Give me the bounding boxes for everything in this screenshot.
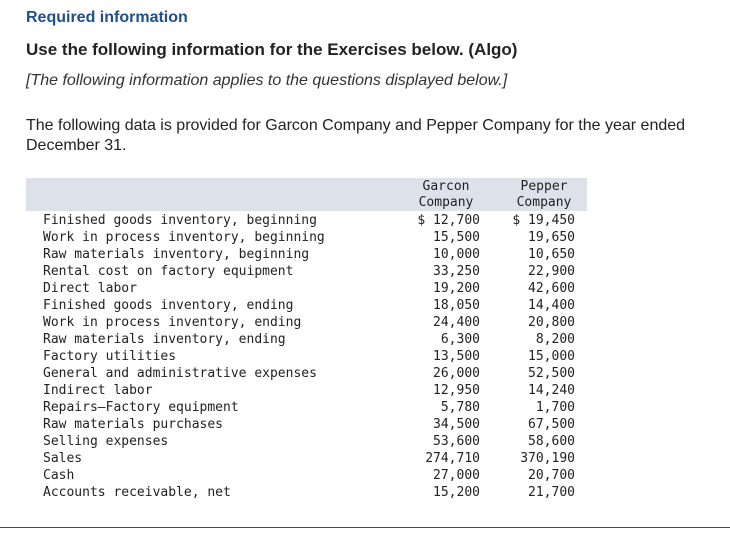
- garcon-value: 15,200: [433, 485, 480, 500]
- pepper-value: 14,400: [528, 298, 575, 313]
- pepper-value: 20,800: [528, 315, 575, 330]
- col-header-pepper: Pepper Company: [504, 179, 584, 211]
- table-row: Finished goods inventory, beginning $ 12,…: [26, 212, 587, 229]
- garcon-value: 24,400: [433, 315, 480, 330]
- pepper-value: 14,240: [528, 383, 575, 398]
- garcon-value: 274,710: [425, 451, 480, 466]
- row-label: General and administrative expenses: [43, 366, 317, 381]
- applies-note: [The following information applies to th…: [26, 72, 508, 89]
- table-row: Raw materials inventory, beginning 10,000…: [26, 246, 587, 263]
- table-row: Work in process inventory, ending 24,400 2…: [26, 314, 587, 331]
- row-label: Selling expenses: [43, 434, 169, 449]
- garcon-value: 10,000: [433, 247, 480, 262]
- table-row: Accounts receivable, net 15,200 21,700: [26, 484, 587, 501]
- garcon-value: 12,950: [433, 383, 480, 398]
- pepper-value: 20,700: [528, 468, 575, 483]
- col-header-garcon-line2: Company: [418, 195, 474, 210]
- row-label: Finished goods inventory, ending: [43, 298, 294, 313]
- table-row: Direct labor 19,200 42,600: [26, 280, 587, 297]
- pepper-value: 19,650: [528, 230, 575, 245]
- garcon-value: 18,050: [433, 298, 480, 313]
- garcon-value: 13,500: [433, 349, 480, 364]
- table-row: General and administrative expenses 26,00…: [26, 365, 587, 382]
- pepper-value: 42,600: [528, 281, 575, 296]
- table-row: Raw materials purchases 34,500 67,500: [26, 416, 587, 433]
- col-header-garcon: Garcon Company: [406, 179, 486, 211]
- col-header-pepper-line2: Company: [516, 195, 572, 210]
- row-label: Work in process inventory, beginning: [43, 230, 325, 245]
- table-row: Indirect labor 12,950 14,240: [26, 382, 587, 399]
- pepper-value: 370,190: [520, 451, 575, 466]
- row-label: Raw materials inventory, ending: [43, 332, 286, 347]
- intro-text: The following data is provided for Garco…: [26, 117, 686, 154]
- exercise-heading: Use the following information for the Ex…: [26, 40, 518, 59]
- row-label: Cash: [43, 468, 75, 483]
- row-label: Indirect labor: [43, 383, 153, 398]
- pepper-value: 15,000: [528, 349, 575, 364]
- col-header-pepper-line1: Pepper: [520, 179, 568, 194]
- pepper-value: 52,500: [528, 366, 575, 381]
- garcon-value: 5,780: [440, 400, 480, 415]
- pepper-value: 58,600: [528, 434, 575, 449]
- table-row: Sales 274,710 370,190: [26, 450, 587, 467]
- pepper-value: $ 19,450: [512, 213, 575, 228]
- row-label: Work in process inventory, ending: [43, 315, 302, 330]
- data-table: Garcon Company Pepper Company Finished g…: [26, 178, 587, 501]
- row-label: Raw materials purchases: [43, 417, 224, 432]
- table-body: Finished goods inventory, beginning $ 12,…: [26, 212, 587, 501]
- header-band: [26, 178, 587, 211]
- row-label: Finished goods inventory, beginning: [43, 213, 317, 228]
- pepper-value: 8,200: [535, 332, 575, 347]
- table-row: Rental cost on factory equipment 33,250 22…: [26, 263, 587, 280]
- pepper-value: 21,700: [528, 485, 575, 500]
- required-information-label: Required information: [26, 9, 188, 26]
- col-header-garcon-line1: Garcon: [422, 179, 470, 194]
- garcon-value: 53,600: [433, 434, 480, 449]
- table-row: Finished goods inventory, ending 18,050 14…: [26, 297, 587, 314]
- pepper-value: 10,650: [528, 247, 575, 262]
- garcon-value: 26,000: [433, 366, 480, 381]
- garcon-value: 19,200: [433, 281, 480, 296]
- row-label: Accounts receivable, net: [43, 485, 231, 500]
- table-row: Raw materials inventory, ending 6,300 8,20…: [26, 331, 587, 348]
- pepper-value: 67,500: [528, 417, 575, 432]
- garcon-value: $ 12,700: [417, 213, 480, 228]
- table-row: Factory utilities 13,500 15,000: [26, 348, 587, 365]
- garcon-value: 34,500: [433, 417, 480, 432]
- row-label: Rental cost on factory equipment: [43, 264, 294, 279]
- pepper-value: 22,900: [528, 264, 575, 279]
- table-header: Garcon Company Pepper Company: [26, 178, 587, 212]
- row-label: Raw materials inventory, beginning: [43, 247, 310, 262]
- table-row: Selling expenses 53,600 58,600: [26, 433, 587, 450]
- bottom-divider: [0, 527, 730, 528]
- table-row: Cash 27,000 20,700: [26, 467, 587, 484]
- row-label: Direct labor: [43, 281, 137, 296]
- garcon-value: 15,500: [433, 230, 480, 245]
- garcon-value: 27,000: [433, 468, 480, 483]
- row-label: Repairs—Factory equipment: [43, 400, 239, 415]
- table-row: Work in process inventory, beginning 15,5…: [26, 229, 587, 246]
- pepper-value: 1,700: [535, 400, 575, 415]
- row-label: Sales: [43, 451, 83, 466]
- table-row: Repairs—Factory equipment 5,780 1,700: [26, 399, 587, 416]
- row-label: Factory utilities: [43, 349, 177, 364]
- garcon-value: 33,250: [433, 264, 480, 279]
- garcon-value: 6,300: [440, 332, 480, 347]
